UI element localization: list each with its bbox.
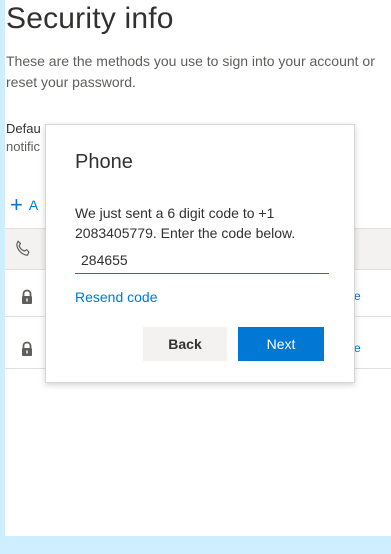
bottom-border-strip [0,536,391,554]
row-action-link[interactable]: e [354,289,361,303]
phone-verification-dialog: Phone We just sent a 6 digit code to +1 … [45,124,355,383]
back-button[interactable]: Back [143,327,227,361]
default-method-section: Defau notific [6,120,41,156]
notification-label: notific [6,139,40,154]
dialog-message: We just sent a 6 digit code to +1 208340… [75,205,296,241]
lock-icon [22,289,32,304]
resend-code-link[interactable]: Resend code [75,288,158,302]
page-title: Security info [6,2,174,35]
phone-icon [16,240,30,256]
add-method-button[interactable]: + A [10,192,39,217]
lock-icon [22,341,32,356]
dialog-title: Phone [75,151,133,173]
next-button[interactable]: Next [238,327,324,361]
row-action-link[interactable]: e [354,341,361,355]
verification-code-input[interactable] [75,247,329,274]
left-border-strip [0,0,5,554]
add-method-label: A [28,197,39,213]
page-description: These are the methods you use to sign in… [6,53,375,90]
plus-icon: + [10,192,23,217]
default-method-label: Defau [6,121,41,136]
security-info-page: Security info These are the methods you … [0,0,391,554]
